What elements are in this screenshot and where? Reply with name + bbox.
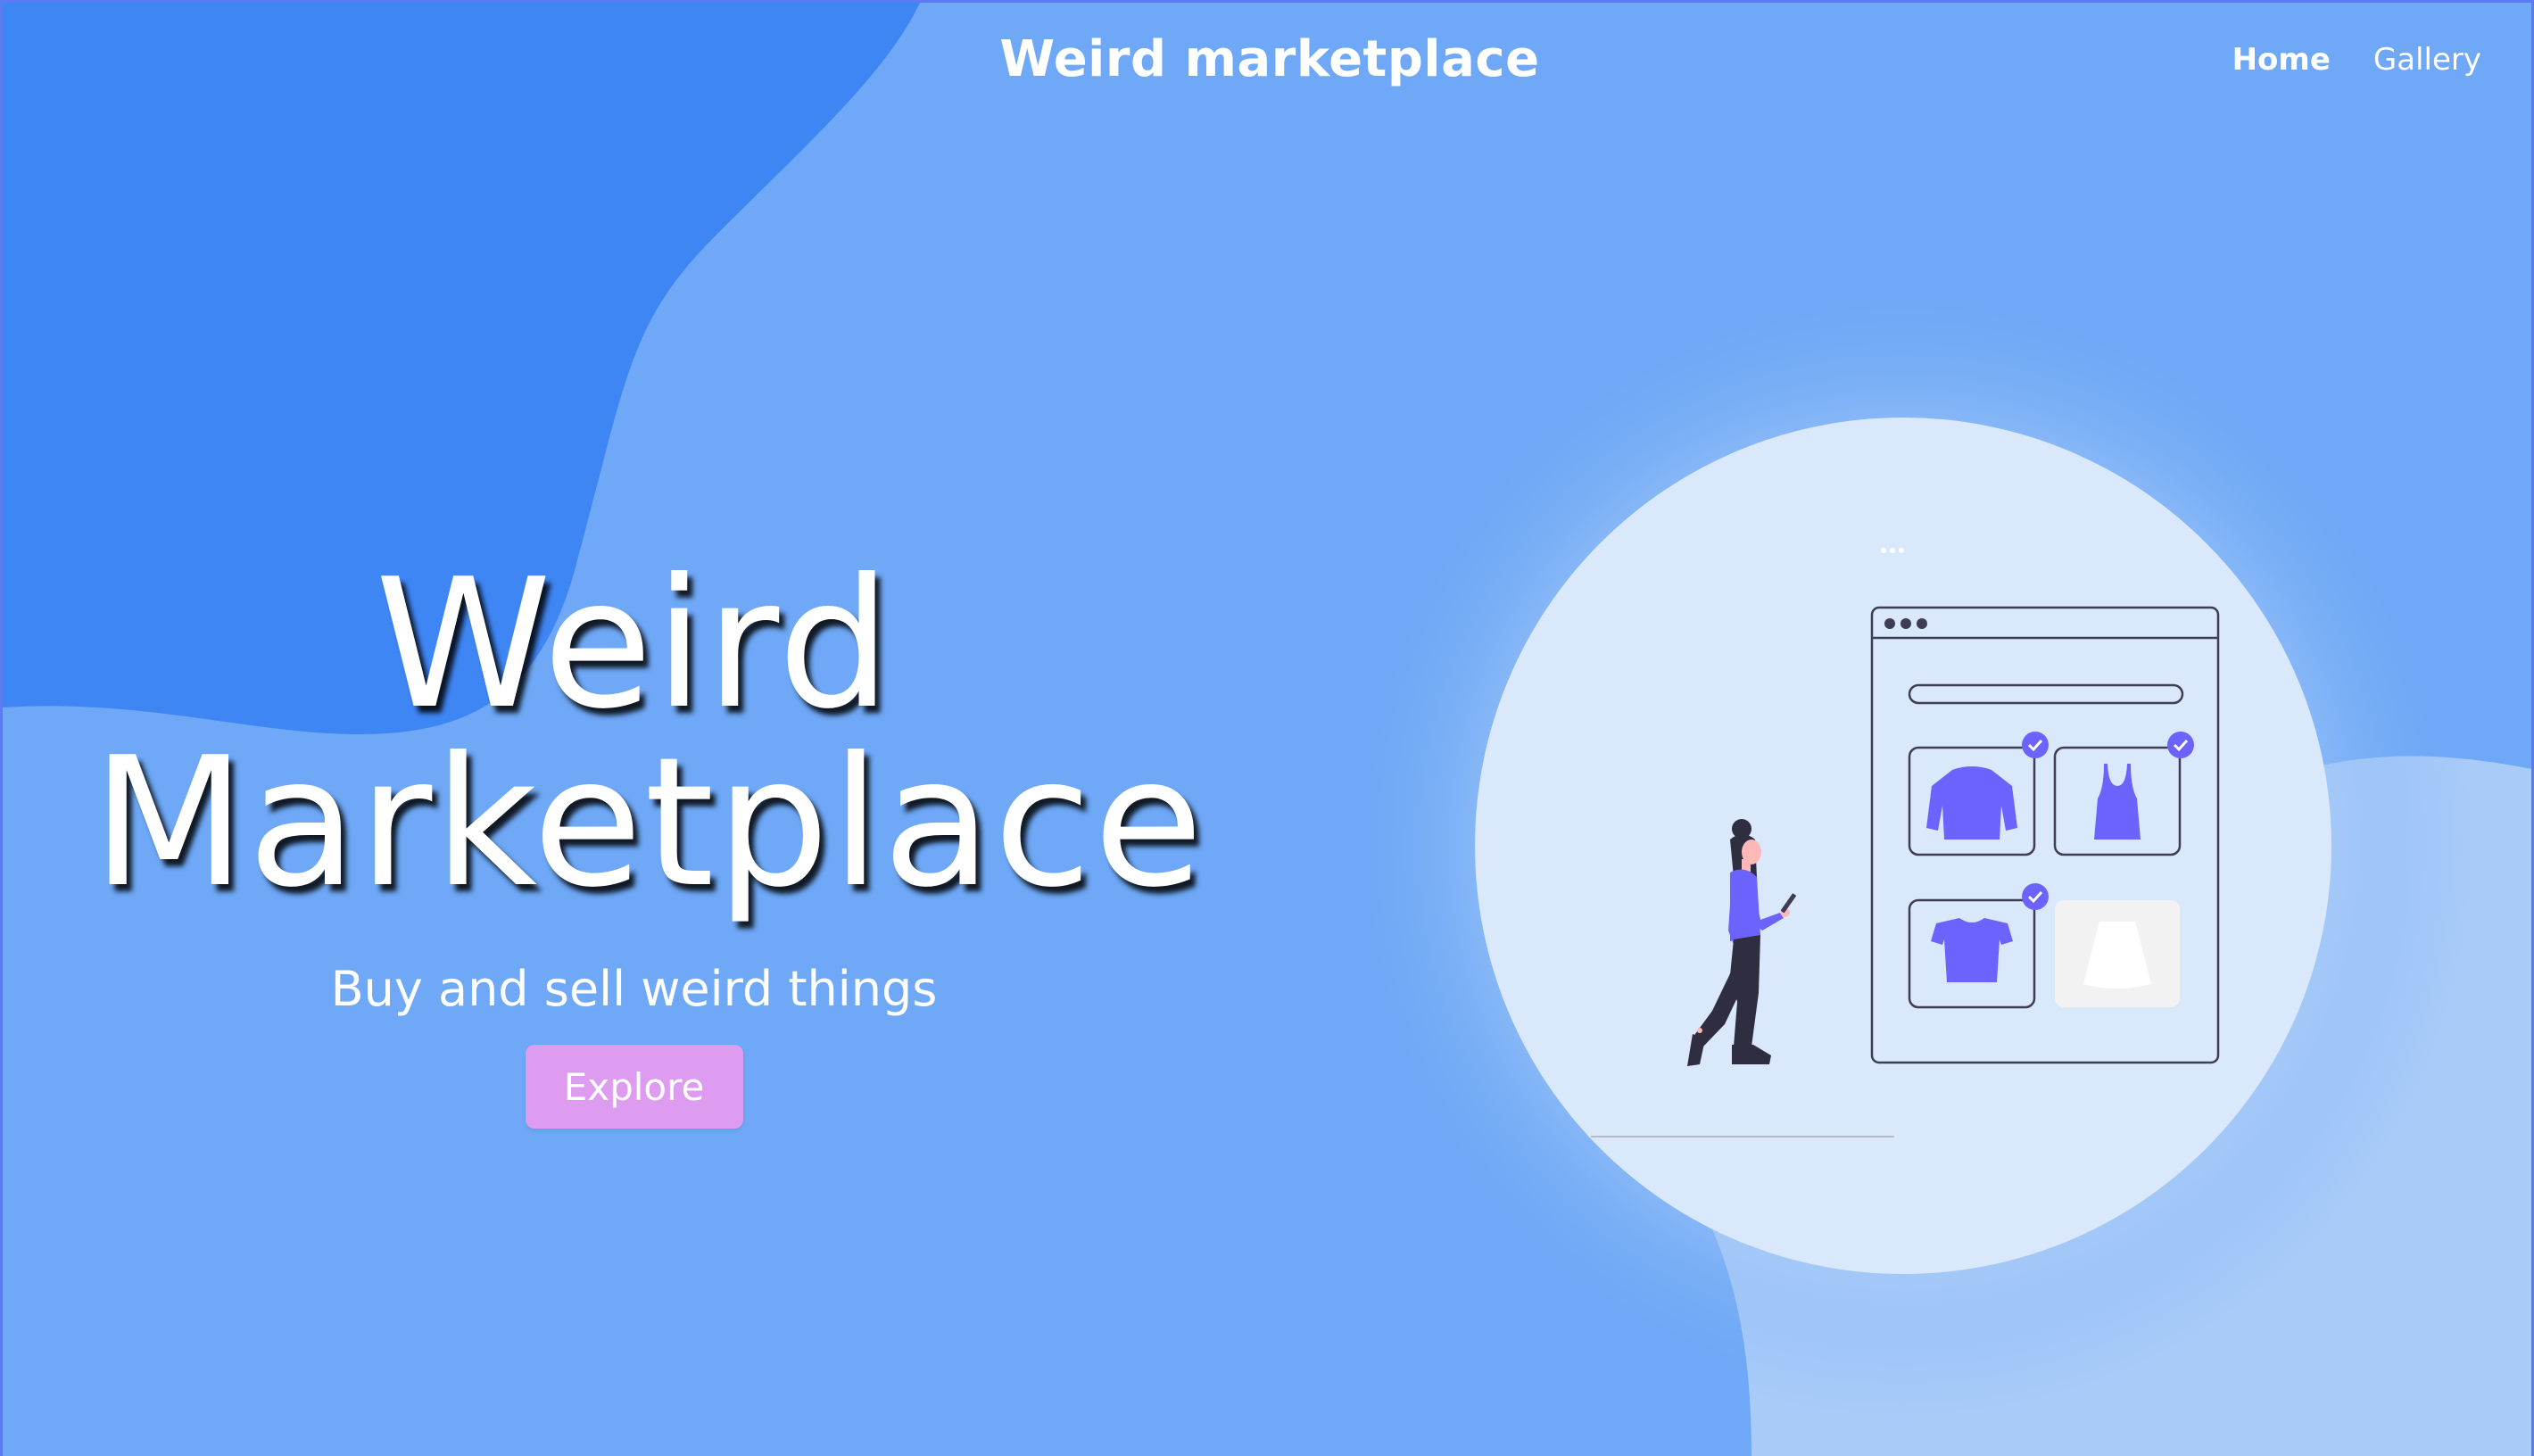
illustration-circle — [1475, 418, 2331, 1274]
main-nav: Home Gallery — [2232, 35, 2481, 85]
nav-gallery-link[interactable]: Gallery — [2373, 35, 2481, 85]
nav-home-link[interactable]: Home — [2232, 35, 2331, 85]
page: Weird marketplace Home Gallery Weird Mar… — [0, 0, 2534, 1456]
shopping-illustration — [1475, 418, 2331, 1274]
hero-title-line2: Marketplace — [92, 719, 1205, 927]
hero-title-line1: Weird — [375, 541, 893, 749]
hero-section: Weird Marketplace Buy and sell weird thi… — [92, 541, 1205, 1129]
skirt-card — [2055, 900, 2180, 1007]
explore-button[interactable]: Explore — [525, 1045, 743, 1129]
hero-subtitle: Buy and sell weird things — [330, 961, 938, 1017]
hero-title: Weird Marketplace — [92, 541, 1205, 927]
ellipsis-dots-icon — [1881, 548, 1904, 553]
site-title[interactable]: Weird marketplace — [913, 24, 1627, 95]
